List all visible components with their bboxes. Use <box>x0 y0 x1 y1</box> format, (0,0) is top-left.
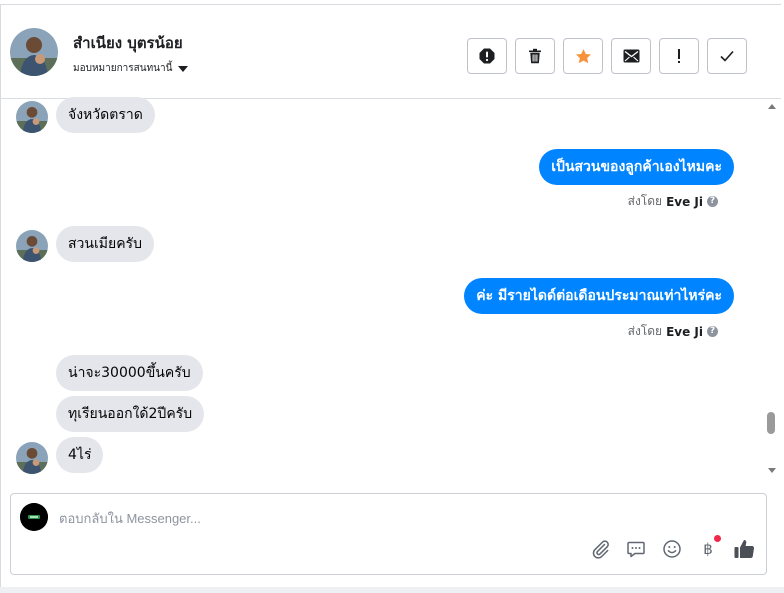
contact-avatar-small[interactable] <box>16 442 48 474</box>
envelope-icon <box>623 49 639 63</box>
trash-icon <box>529 48 541 64</box>
help-icon[interactable]: ? <box>707 326 718 337</box>
page-footer-band <box>0 587 784 593</box>
contact-name[interactable]: สำเนียง บุตรน้อย <box>73 31 183 55</box>
message-bubble-incoming[interactable]: จังหวัดตราด <box>56 97 155 133</box>
reply-composer: ฿ <box>10 493 767 575</box>
composer-actions: ฿ <box>589 535 755 560</box>
attach-button[interactable] <box>589 538 611 560</box>
sender-name: Eve Ji <box>666 194 703 209</box>
help-icon[interactable]: ? <box>707 196 718 207</box>
message-bubble-incoming[interactable]: ทุเรียนออกใด้2ปีครับ <box>56 396 205 432</box>
exclamation-icon <box>678 49 680 63</box>
sent-by-label: ส่งโดย <box>627 324 663 338</box>
mark-unread-button[interactable] <box>611 38 651 74</box>
attachment-icon <box>592 540 609 559</box>
message-bubble-incoming[interactable]: 4ไร่ <box>56 437 104 473</box>
payment-button[interactable]: ฿ <box>697 535 721 560</box>
scroll-up-arrow-icon[interactable] <box>768 104 776 109</box>
assign-label: มอบหมายการสนทนานี้ <box>73 63 173 74</box>
star-button[interactable] <box>563 38 603 74</box>
alert-octagon-icon <box>479 48 495 64</box>
sent-by-info: ส่งโดย Eve Ji ? <box>628 322 718 341</box>
conversation-toolbar <box>467 38 747 74</box>
message-bubble-incoming[interactable]: น่าจะ30000ขึ้นครับ <box>56 355 203 391</box>
star-icon <box>575 48 591 63</box>
notification-dot <box>714 535 721 542</box>
caret-down-icon <box>178 65 189 72</box>
like-button[interactable] <box>733 538 755 560</box>
page-avatar <box>20 503 48 531</box>
contact-avatar-small[interactable] <box>16 230 48 262</box>
scrollbar-thumb[interactable] <box>767 412 775 434</box>
spam-button[interactable] <box>467 38 507 74</box>
contact-avatar[interactable] <box>10 28 58 76</box>
message-bubble-incoming[interactable]: สวนเมียครับ <box>56 226 154 262</box>
delete-button[interactable] <box>515 38 555 74</box>
emoji-icon <box>663 540 681 558</box>
done-button[interactable] <box>707 38 747 74</box>
message-thread: จังหวัดตราด เป็นสวนของลูกค้าเองไหมคะ ส่ง… <box>0 97 764 482</box>
emoji-button[interactable] <box>661 538 683 560</box>
saved-replies-button[interactable] <box>625 538 647 560</box>
sent-by-label: ส่งโดย <box>627 194 663 208</box>
check-icon <box>720 50 734 62</box>
reply-input[interactable] <box>59 508 559 528</box>
message-bubble-outgoing[interactable]: ค่ะ มีรายไดด์ต่อเดือนประมาณเท่าไหร่คะ <box>464 278 734 314</box>
sender-name: Eve Ji <box>666 324 703 339</box>
assign-conversation-dropdown[interactable]: มอบหมายการสนทนานี้ <box>73 61 189 76</box>
conversation-header: สำเนียง บุตรน้อย มอบหมายการสนทนานี้ <box>0 4 781 99</box>
contact-avatar-small[interactable] <box>16 101 48 133</box>
thread-scrollbar[interactable] <box>765 99 779 481</box>
scroll-down-arrow-icon[interactable] <box>768 468 776 473</box>
sent-by-info: ส่งโดย Eve Ji ? <box>628 192 718 211</box>
payment-icon: ฿ <box>703 540 713 558</box>
follow-up-button[interactable] <box>659 38 699 74</box>
like-icon <box>734 540 755 559</box>
saved-reply-icon <box>627 541 645 558</box>
message-bubble-outgoing[interactable]: เป็นสวนของลูกค้าเองไหมคะ <box>539 149 734 185</box>
